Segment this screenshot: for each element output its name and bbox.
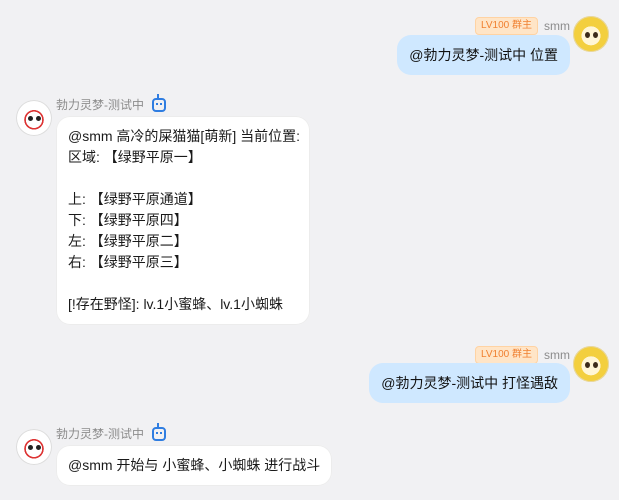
bot-icon xyxy=(152,422,166,441)
avatar[interactable] xyxy=(16,429,52,465)
sender-name: 勃力灵梦-测试中 xyxy=(56,427,144,441)
message-line: @smm 开始与 小蜜蜂、小蜘蛛 进行战斗 xyxy=(68,457,321,473)
message-bubble[interactable]: @smm 开始与 小蜜蜂、小蜘蛛 进行战斗 xyxy=(56,445,333,486)
sender-header: 勃力灵梦-测试中 xyxy=(56,422,166,442)
message-incoming-2: 勃力灵梦-测试中 @smm 开始与 小蜜蜂、小蜘蛛 进行战斗 xyxy=(0,0,619,500)
